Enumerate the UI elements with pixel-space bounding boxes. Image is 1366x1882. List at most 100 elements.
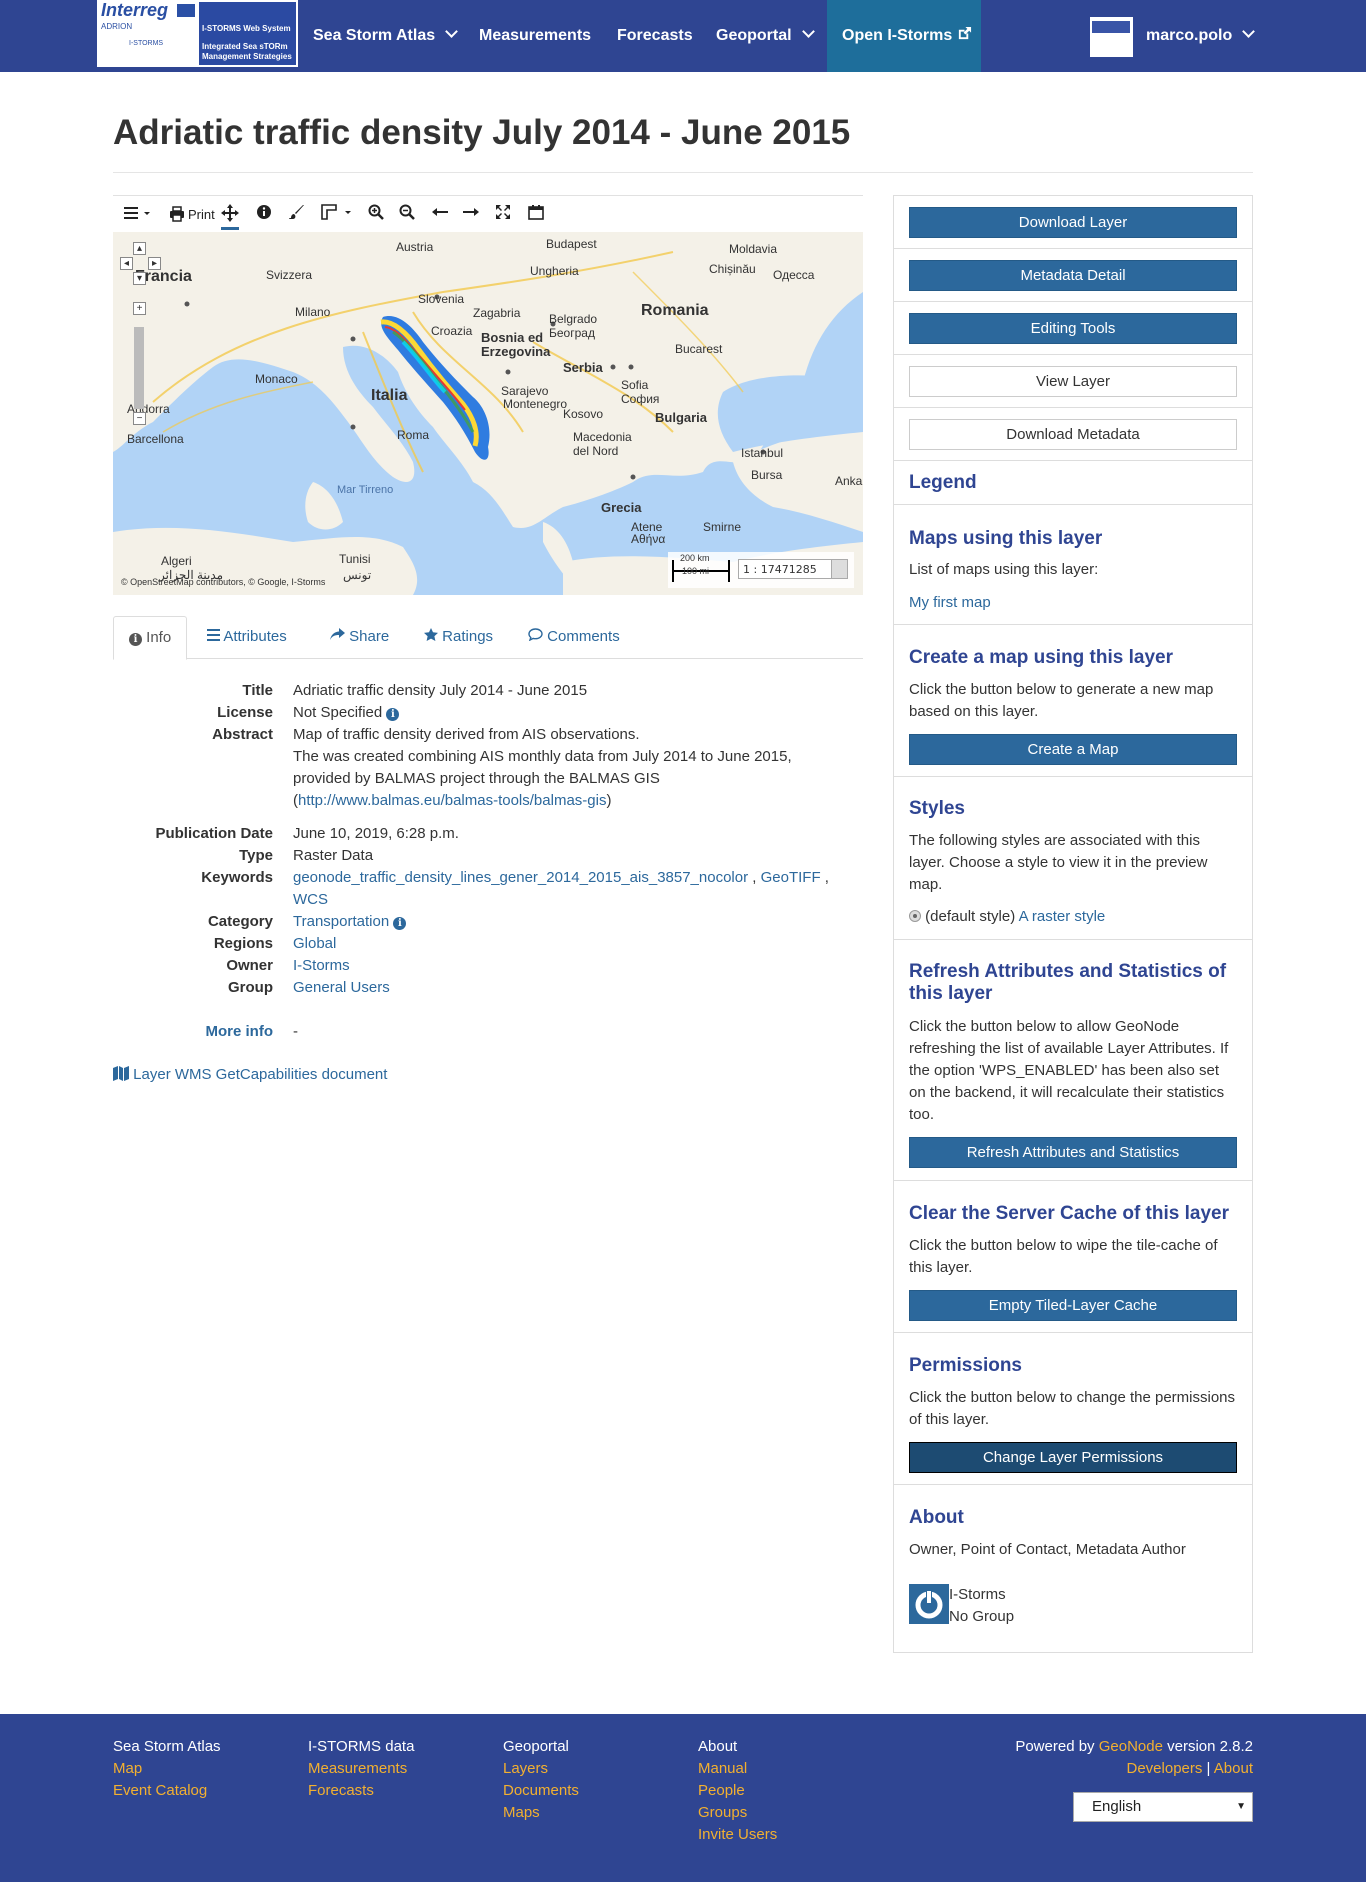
- nav-sea-storm-atlas[interactable]: Sea Storm Atlas: [313, 0, 458, 72]
- nav-forecasts[interactable]: Forecasts: [617, 0, 693, 72]
- footer-link[interactable]: Invite Users: [698, 1824, 777, 1846]
- map-link[interactable]: My first map: [909, 592, 1239, 614]
- scale-select[interactable]: 1 : 17471285: [738, 559, 848, 579]
- footer-link[interactable]: People: [698, 1780, 777, 1802]
- style-tool[interactable]: [289, 204, 305, 224]
- footer-link[interactable]: Forecasts: [308, 1780, 414, 1802]
- license-info-icon[interactable]: i: [386, 708, 400, 721]
- timeline-button[interactable]: [528, 204, 544, 224]
- nav-open-istorms[interactable]: Open I-Storms: [827, 0, 981, 72]
- balmas-link[interactable]: http://www.balmas.eu/balmas-tools/balmas…: [298, 792, 606, 809]
- map-label: Zagabria: [473, 306, 521, 320]
- print-label: Print: [188, 206, 215, 222]
- group-link[interactable]: General Users: [293, 979, 390, 996]
- logo-program: ADRION: [101, 22, 133, 31]
- owner-link[interactable]: I-Storms: [293, 957, 350, 974]
- more-info-toggle[interactable]: More info: [113, 1021, 274, 1043]
- map-label: Sarajevo: [501, 384, 549, 398]
- map-label: del Nord: [573, 444, 619, 458]
- about-heading: About: [909, 1507, 964, 1528]
- refresh-attributes-button[interactable]: Refresh Attributes and Statistics: [909, 1137, 1237, 1168]
- pan-right-button[interactable]: ▸: [148, 257, 161, 270]
- footer-link[interactable]: Maps: [503, 1802, 579, 1824]
- print-button[interactable]: Print: [169, 204, 215, 224]
- map-zoom-out-button[interactable]: −: [133, 412, 146, 425]
- chevron-down-icon: [831, 560, 847, 578]
- tab-info[interactable]: i Info: [113, 616, 188, 660]
- logo-project: I-STORMS: [129, 40, 164, 47]
- site-logo[interactable]: Interreg ADRION I-STORMS I-STORMS Web Sy…: [97, 0, 298, 67]
- nav-measurements[interactable]: Measurements: [479, 0, 591, 72]
- about-link[interactable]: About: [1214, 1760, 1253, 1777]
- identify-tool[interactable]: [256, 204, 272, 224]
- zoom-slider[interactable]: [134, 327, 144, 409]
- owner-avatar[interactable]: [909, 1584, 949, 1624]
- category-info-icon[interactable]: i: [393, 917, 407, 930]
- map-canvas[interactable]: Austria Budapest Moldavia Chișinău Одесс…: [113, 232, 863, 595]
- empty-cache-button[interactable]: Empty Tiled-Layer Cache: [909, 1290, 1237, 1321]
- footer-link[interactable]: Map: [113, 1758, 221, 1780]
- zoom-out-button[interactable]: [399, 204, 415, 224]
- pan-left-button[interactable]: ◂: [120, 257, 133, 270]
- comment-icon: [528, 628, 543, 642]
- metadata-detail-section: Metadata Detail: [894, 249, 1252, 302]
- user-menu[interactable]: marco.polo: [1146, 0, 1256, 72]
- previous-extent-button[interactable]: [431, 204, 449, 224]
- maps-using-heading: Maps using this layer: [909, 528, 1103, 549]
- map-label: Bucarest: [675, 342, 723, 356]
- wms-capabilities-link[interactable]: Layer WMS GetCapabilities document: [113, 1066, 387, 1083]
- next-extent-button[interactable]: [462, 204, 480, 224]
- category-link[interactable]: Transportation: [293, 913, 389, 930]
- zoom-in-button[interactable]: [368, 204, 384, 224]
- map-label: Ungheria: [530, 264, 579, 278]
- change-permissions-button[interactable]: Change Layer Permissions: [909, 1442, 1237, 1473]
- metadata-detail-button[interactable]: Metadata Detail: [909, 260, 1237, 291]
- footer-link[interactable]: Layers: [503, 1758, 579, 1780]
- keyword-link[interactable]: geonode_traffic_density_lines_gener_2014…: [293, 869, 748, 886]
- brush-icon: [289, 205, 304, 219]
- full-extent-button[interactable]: [495, 204, 511, 224]
- footer-link[interactable]: Event Catalog: [113, 1780, 221, 1802]
- refresh-text: Click the button below to allow GeoNode …: [909, 1018, 1229, 1123]
- measure-tool[interactable]: [321, 204, 353, 224]
- editing-tools-button[interactable]: Editing Tools: [909, 313, 1237, 344]
- about-section: About Owner, Point of Contact, Metadata …: [894, 1485, 1252, 1652]
- footer-heading: About: [698, 1738, 738, 1755]
- logo-system: I-STORMS Web System: [202, 24, 291, 33]
- style-radio[interactable]: [909, 910, 921, 922]
- owner-link[interactable]: I-Storms: [949, 1584, 1279, 1606]
- language-select[interactable]: English ▼: [1073, 1792, 1253, 1822]
- footer-link[interactable]: Measurements: [308, 1758, 414, 1780]
- map-label: Moldavia: [729, 242, 778, 256]
- view-layer-button[interactable]: View Layer: [909, 366, 1237, 397]
- user-avatar[interactable]: [1090, 17, 1133, 57]
- download-layer-section: Download Layer: [894, 196, 1252, 249]
- create-map-button[interactable]: Create a Map: [909, 734, 1237, 765]
- map-label: Grecia: [601, 500, 642, 515]
- map-zoom-in-button[interactable]: +: [133, 302, 146, 315]
- footer-link[interactable]: Manual: [698, 1758, 777, 1780]
- layers-menu-button[interactable]: [124, 204, 152, 224]
- pan-tool[interactable]: [221, 204, 239, 230]
- chevron-down-icon: [445, 25, 458, 38]
- footer-link[interactable]: Groups: [698, 1802, 777, 1824]
- geonode-link[interactable]: GeoNode: [1099, 1738, 1163, 1755]
- footer-link[interactable]: Documents: [503, 1780, 579, 1802]
- map-label: Bursa: [751, 468, 783, 482]
- download-layer-button[interactable]: Download Layer: [909, 207, 1237, 238]
- download-metadata-section: Download Metadata: [894, 408, 1252, 461]
- nav-geoportal[interactable]: Geoportal: [716, 0, 815, 72]
- tab-attributes[interactable]: Attributes: [192, 616, 302, 659]
- keyword-link[interactable]: WCS: [293, 891, 328, 908]
- tab-ratings[interactable]: Ratings: [409, 616, 508, 659]
- region-link[interactable]: Global: [293, 935, 336, 952]
- keyword-link[interactable]: GeoTIFF: [761, 869, 821, 886]
- tab-share[interactable]: Share: [315, 616, 404, 659]
- pan-down-button[interactable]: ▾: [133, 272, 146, 285]
- developers-link[interactable]: Developers: [1127, 1760, 1203, 1777]
- about-roles: Owner, Point of Contact, Metadata Author: [909, 1541, 1186, 1558]
- tab-comments[interactable]: Comments: [513, 616, 635, 659]
- download-metadata-button[interactable]: Download Metadata: [909, 419, 1237, 450]
- raster-style-link[interactable]: A raster style: [1019, 908, 1106, 925]
- pan-up-button[interactable]: ▴: [133, 242, 146, 255]
